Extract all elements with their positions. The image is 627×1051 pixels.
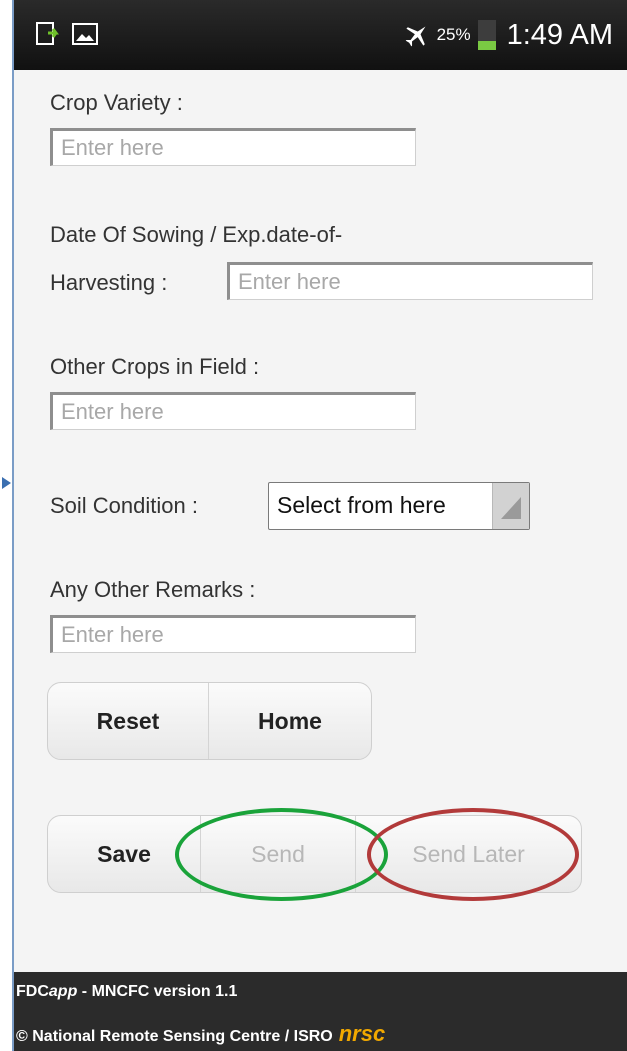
- battery-icon: [477, 20, 496, 50]
- copyright-text: © National Remote Sensing Centre / ISRO n…: [16, 1021, 385, 1047]
- dropdown-triangle-icon: [501, 497, 521, 519]
- reset-button[interactable]: Reset: [48, 683, 208, 759]
- date-of-sowing-input[interactable]: [227, 262, 593, 300]
- battery-percent: 25%: [436, 25, 471, 44]
- dropdown-arrow-icon[interactable]: [492, 483, 529, 529]
- crop-variety-label: Crop Variety :: [50, 90, 183, 115]
- app-name-prefix: FDC: [16, 983, 49, 1000]
- soil-condition-select[interactable]: Select from here: [268, 482, 530, 530]
- download-icon: [36, 22, 59, 45]
- home-button[interactable]: Home: [208, 683, 371, 759]
- app-version-text: FDCapp - MNCFC version 1.1: [16, 983, 237, 1001]
- date-of-sowing-label-line2: Harvesting :: [50, 270, 168, 295]
- soil-condition-selected: Select from here: [277, 492, 446, 518]
- status-bar-right: 25% 1:49 AM: [403, 10, 613, 60]
- save-button[interactable]: Save: [48, 816, 200, 892]
- other-crops-label: Other Crops in Field :: [50, 354, 260, 379]
- status-bar: 25% 1:49 AM: [14, 0, 627, 70]
- other-remarks-label: Any Other Remarks :: [50, 577, 256, 602]
- app-version: - MNCFC version 1.1: [77, 983, 238, 1000]
- other-crops-input[interactable]: [50, 392, 416, 430]
- send-button[interactable]: Send: [200, 816, 355, 892]
- save-send-button-group: Save Send Send Later: [47, 815, 582, 893]
- app-name-italic: app: [48, 983, 78, 1000]
- soil-condition-label: Soil Condition :: [50, 493, 198, 518]
- footer: FDCapp - MNCFC version 1.1 © National Re…: [14, 972, 627, 1051]
- airplane-mode-icon: [405, 26, 426, 47]
- status-bar-left: [36, 22, 98, 46]
- clock: 1:49 AM: [506, 18, 613, 51]
- crop-variety-input[interactable]: [50, 128, 416, 166]
- other-remarks-input[interactable]: [50, 615, 416, 653]
- pointer-arrow-icon: [2, 477, 11, 489]
- copyright: © National Remote Sensing Centre / ISRO: [16, 1028, 333, 1045]
- send-later-button[interactable]: Send Later: [355, 816, 581, 892]
- image-icon: [72, 23, 98, 45]
- nrsc-logo: nrsc: [338, 1021, 386, 1046]
- date-of-sowing-label-line1: Date Of Sowing / Exp.date-of-: [50, 222, 343, 247]
- reset-home-button-group: Reset Home: [47, 682, 372, 760]
